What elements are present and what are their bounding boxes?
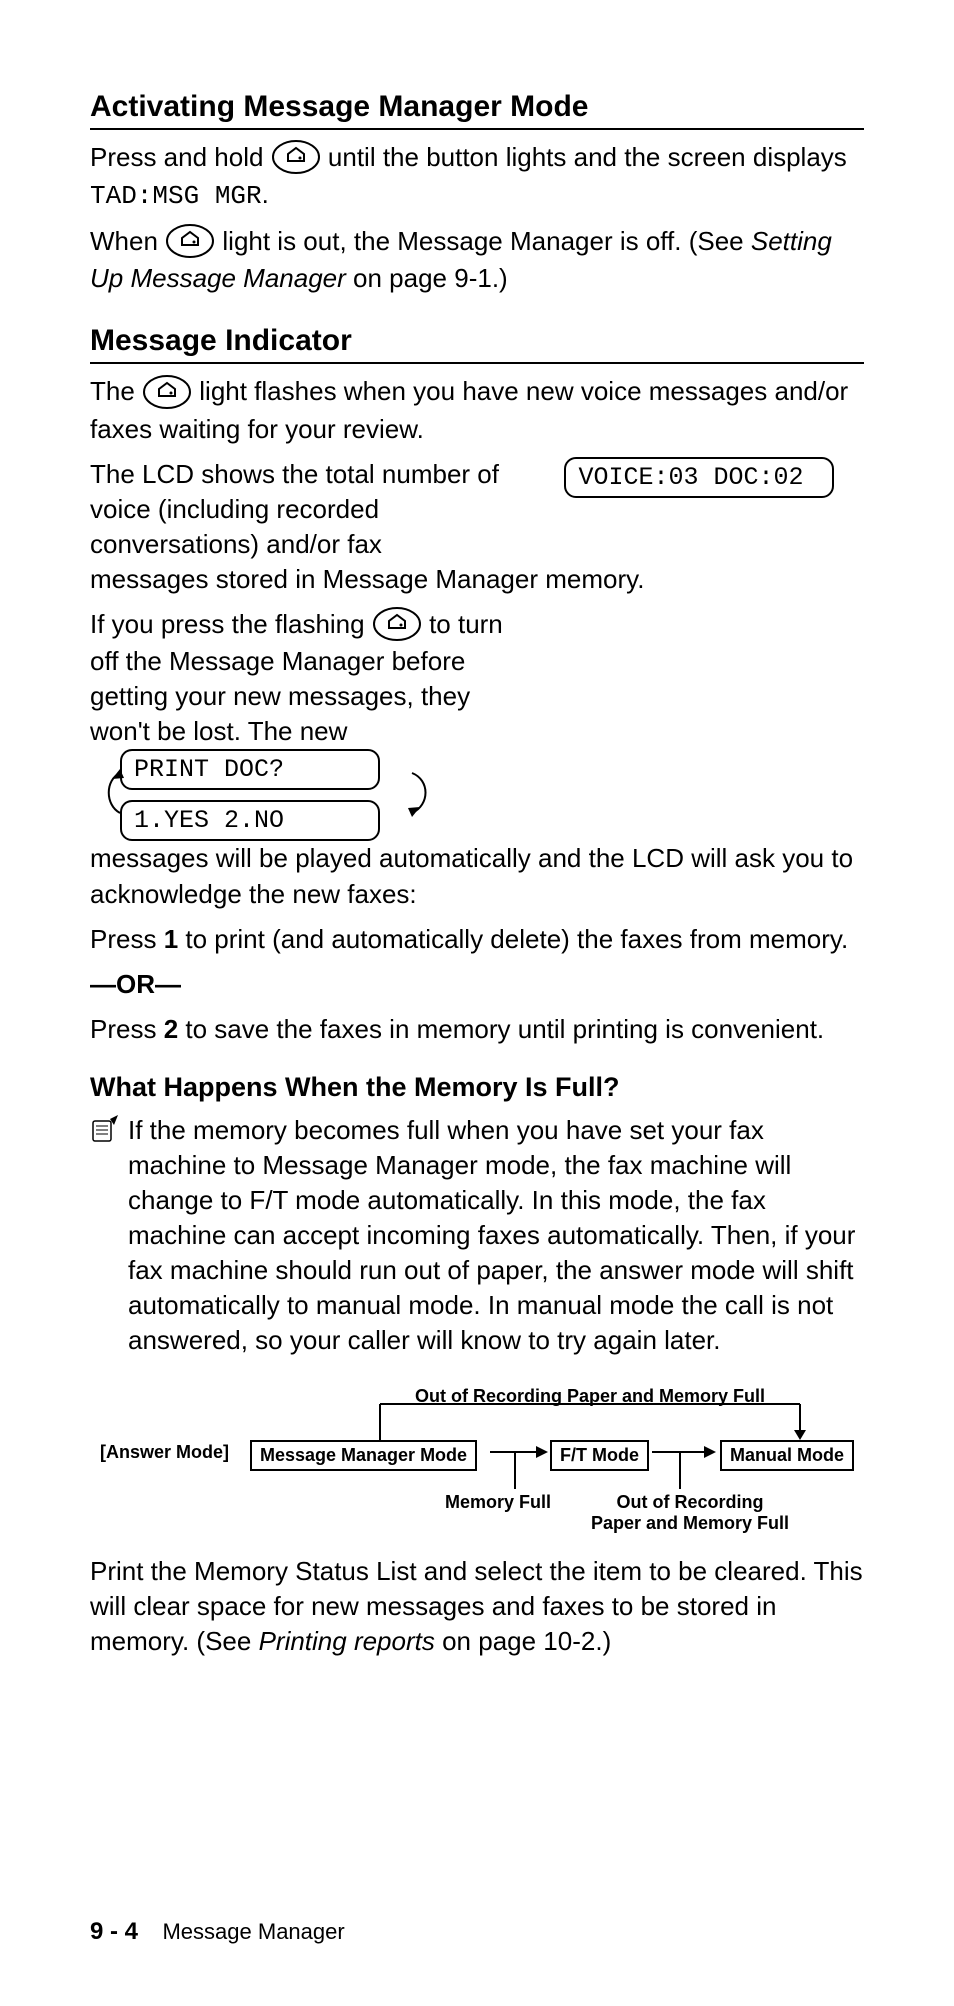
note-icon <box>90 1115 120 1145</box>
footer-title: Message Manager <box>162 1919 344 1944</box>
text: . <box>262 179 269 209</box>
text: to save the faxes in memory until printi… <box>178 1014 824 1044</box>
flow-box-message-manager: Message Manager Mode <box>250 1440 477 1471</box>
text: on page 9-1.) <box>346 263 508 293</box>
text: Press <box>90 1014 164 1044</box>
house-icon <box>372 606 422 642</box>
page-footer: 9 - 4 Message Manager <box>90 1918 345 1946</box>
key-1: 1 <box>164 924 178 954</box>
lcd-voice-doc: VOICE:03 DOC:02 <box>564 457 834 498</box>
heading-memory-full: What Happens When the Memory Is Full? <box>90 1072 864 1103</box>
house-icon <box>142 374 192 410</box>
paragraph-activating-2: When light is out, the Message Manager i… <box>90 224 864 296</box>
text: When <box>90 226 165 256</box>
row-lcd-print: If you press the flashing to turn off th… <box>90 607 864 912</box>
lcd-text-tad: TAD:MSG MGR <box>90 181 262 211</box>
text: messages stored in Message Manager memor… <box>90 564 644 594</box>
house-icon <box>165 223 215 259</box>
flowchart: Out of Recording Paper and Memory Full [… <box>90 1384 864 1539</box>
loop-arrows-icon <box>100 745 440 840</box>
paragraph-activating-1: Press and hold until the button lights a… <box>90 140 864 214</box>
xref-printing-reports: Printing reports <box>259 1626 435 1656</box>
key-2: 2 <box>164 1014 178 1044</box>
text: until the button lights and the screen d… <box>328 142 847 172</box>
text: If you press the flashing <box>90 609 372 639</box>
text: light flashes when you have new voice me… <box>90 376 848 443</box>
paragraph-indicator-1: The light flashes when you have new voic… <box>90 374 864 446</box>
flow-label-out-paper: Out of Recording Paper and Memory Full <box>590 1492 790 1534</box>
flow-box-ft-mode: F/T Mode <box>550 1440 649 1471</box>
text: on page 10-2.) <box>435 1626 611 1656</box>
page: Activating Message Manager Mode Press an… <box>0 0 954 2006</box>
text: The LCD shows the total number of voice … <box>90 457 530 562</box>
text: If you press the flashing to turn off th… <box>90 607 530 749</box>
heading-activating: Activating Message Manager Mode <box>90 90 864 130</box>
flow-label-answer-mode: [Answer Mode] <box>100 1442 229 1463</box>
paragraph-press-1: Press 1 to print (and automatically dele… <box>90 922 864 957</box>
flow-box-manual-mode: Manual Mode <box>720 1440 854 1471</box>
page-number: 9 - 4 <box>90 1918 138 1945</box>
row-lcd-voice: The LCD shows the total number of voice … <box>90 457 864 597</box>
flow-label-top: Out of Recording Paper and Memory Full <box>390 1386 790 1407</box>
text: Press <box>90 924 164 954</box>
paragraph-after-flow: Print the Memory Status List and select … <box>90 1554 864 1659</box>
text: light is out, the Message Manager is off… <box>222 226 750 256</box>
text: to print (and automatically delete) the … <box>178 924 848 954</box>
note-text: If the memory becomes full when you have… <box>128 1113 864 1359</box>
heading-indicator: Message Indicator <box>90 324 864 364</box>
text: The <box>90 376 142 406</box>
flow-label-memory-full: Memory Full <box>445 1492 551 1513</box>
paragraph-press-2: Press 2 to save the faxes in memory unti… <box>90 1012 864 1047</box>
or-separator: —OR— <box>90 967 864 1002</box>
text: messages will be played automatically an… <box>90 843 853 908</box>
note-memory-full: If the memory becomes full when you have… <box>90 1113 864 1359</box>
house-icon <box>271 139 321 175</box>
text: Press and hold <box>90 142 271 172</box>
